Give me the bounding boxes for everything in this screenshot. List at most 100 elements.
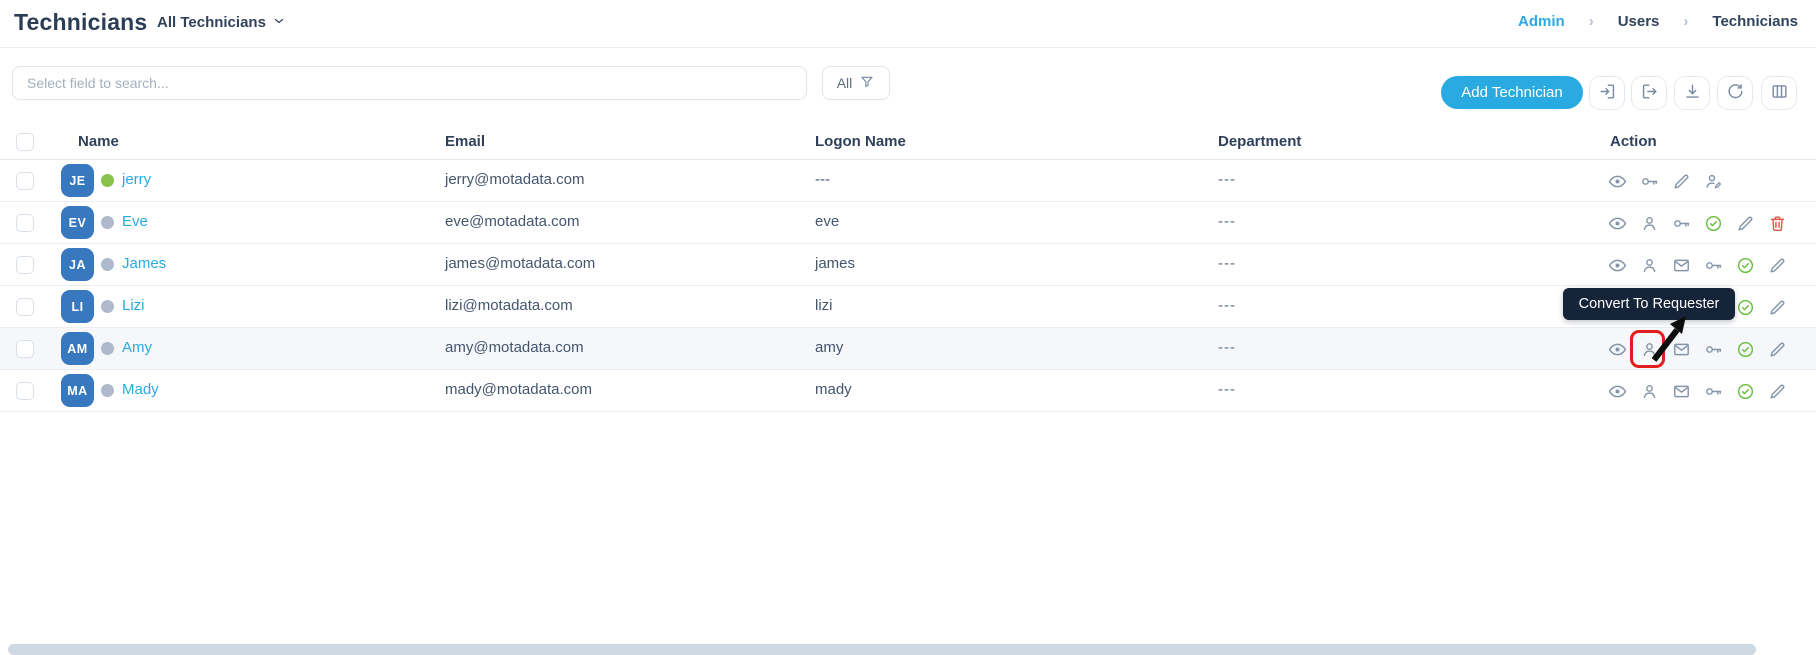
table-row: JA James james@motadata.com james --- [0,244,1816,286]
column-header-logon[interactable]: Logon Name [815,133,906,150]
table-row: AM Amy amy@motadata.com amy --- [0,328,1816,370]
view-icon[interactable] [1608,214,1627,233]
technician-name-link[interactable]: Amy [122,339,152,356]
horizontal-scrollbar[interactable] [8,644,1756,655]
avatar: MA [61,374,94,407]
breadcrumb-separator-icon: › [1683,13,1689,30]
row-actions [1608,328,1787,370]
reset-password-icon[interactable] [1640,172,1659,191]
technician-name-link[interactable]: jerry [122,171,151,188]
column-header-department[interactable]: Department [1218,133,1301,150]
column-header-name[interactable]: Name [78,133,119,150]
breadcrumb-admin[interactable]: Admin [1518,13,1565,30]
row-checkbox[interactable] [16,214,34,232]
breadcrumb-users[interactable]: Users [1618,13,1660,30]
row-checkbox[interactable] [16,172,34,190]
logon-name-cell: lizi [815,297,833,314]
view-icon[interactable] [1608,382,1627,401]
search-input[interactable] [12,66,807,100]
breadcrumb-technicians[interactable]: Technicians [1712,13,1798,30]
status-dot-offline [101,300,114,313]
filter-button[interactable]: All [822,66,890,100]
department-cell: --- [1218,381,1236,398]
convert-to-requester-tooltip: Convert To Requester [1563,288,1735,320]
row-checkbox[interactable] [16,298,34,316]
export-button[interactable] [1631,76,1667,110]
table-header: Name Email Logon Name Department Action [0,125,1816,160]
edit-icon[interactable] [1768,340,1787,359]
table-row: EV Eve eve@motadata.com eve --- [0,202,1816,244]
view-icon[interactable] [1608,340,1627,359]
download-button[interactable] [1674,76,1710,110]
logon-name-cell: james [815,255,856,272]
convert-to-requester-icon[interactable] [1640,214,1659,233]
email-cell: mady@motadata.com [445,381,592,398]
technician-name-link[interactable]: Lizi [122,297,145,314]
download-icon [1683,82,1702,104]
delete-icon[interactable] [1768,214,1787,233]
edit-icon[interactable] [1736,214,1755,233]
convert-to-requester-icon[interactable] [1640,382,1659,401]
reset-password-icon[interactable] [1704,256,1723,275]
reset-password-icon[interactable] [1704,340,1723,359]
technician-name-link[interactable]: Mady [122,381,159,398]
avatar: EV [61,206,94,239]
send-email-icon[interactable] [1672,256,1691,275]
reset-password-icon[interactable] [1704,382,1723,401]
row-actions [1608,244,1787,286]
email-cell: jerry@motadata.com [445,171,585,188]
row-actions [1608,202,1787,244]
status-dot-offline [101,342,114,355]
view-selector-dropdown[interactable]: All Technicians [157,14,285,31]
department-cell: --- [1218,339,1236,356]
row-checkbox[interactable] [16,382,34,400]
logon-name-cell: amy [815,339,844,356]
edit-icon[interactable] [1672,172,1691,191]
refresh-button[interactable] [1717,76,1753,110]
chevron-down-icon [273,14,285,31]
avatar: LI [61,290,94,323]
view-icon[interactable] [1608,172,1627,191]
convert-to-requester-icon[interactable] [1640,256,1659,275]
edit-icon[interactable] [1768,298,1787,317]
reset-password-icon[interactable] [1672,214,1691,233]
table-row: JE jerry jerry@motadata.com --- --- [0,160,1816,202]
breadcrumb: Admin › Users › Technicians [1518,13,1798,30]
import-button[interactable] [1589,76,1625,110]
filter-label: All [836,75,853,91]
columns-button[interactable] [1761,76,1797,110]
refresh-icon [1726,82,1745,104]
row-checkbox[interactable] [16,256,34,274]
view-icon[interactable] [1608,256,1627,275]
verified-icon[interactable] [1736,382,1755,401]
page-title: Technicians [14,9,148,35]
convert-to-requester-icon[interactable] [1640,340,1659,359]
funnel-icon [859,74,875,93]
table-row: LI Lizi lizi@motadata.com lizi --- [0,286,1816,328]
technician-name-link[interactable]: Eve [122,213,148,230]
send-email-icon[interactable] [1672,382,1691,401]
department-cell: --- [1218,255,1236,272]
technician-name-link[interactable]: James [122,255,166,272]
email-cell: james@motadata.com [445,255,596,272]
verified-icon[interactable] [1736,256,1755,275]
avatar: AM [61,332,94,365]
row-actions [1608,160,1723,202]
select-all-checkbox[interactable] [16,133,34,151]
status-dot-offline [101,216,114,229]
send-email-icon[interactable] [1672,340,1691,359]
convert-to-technician-icon[interactable] [1704,172,1723,191]
verified-icon[interactable] [1736,298,1755,317]
verified-icon[interactable] [1704,214,1723,233]
add-technician-button[interactable]: Add Technician [1441,76,1583,109]
breadcrumb-separator-icon: › [1588,13,1594,30]
export-icon [1640,82,1659,104]
logon-name-cell: eve [815,213,840,230]
department-cell: --- [1218,213,1236,230]
verified-icon[interactable] [1736,340,1755,359]
edit-icon[interactable] [1768,382,1787,401]
column-header-email[interactable]: Email [445,133,485,150]
row-checkbox[interactable] [16,340,34,358]
edit-icon[interactable] [1768,256,1787,275]
department-cell: --- [1218,171,1236,188]
